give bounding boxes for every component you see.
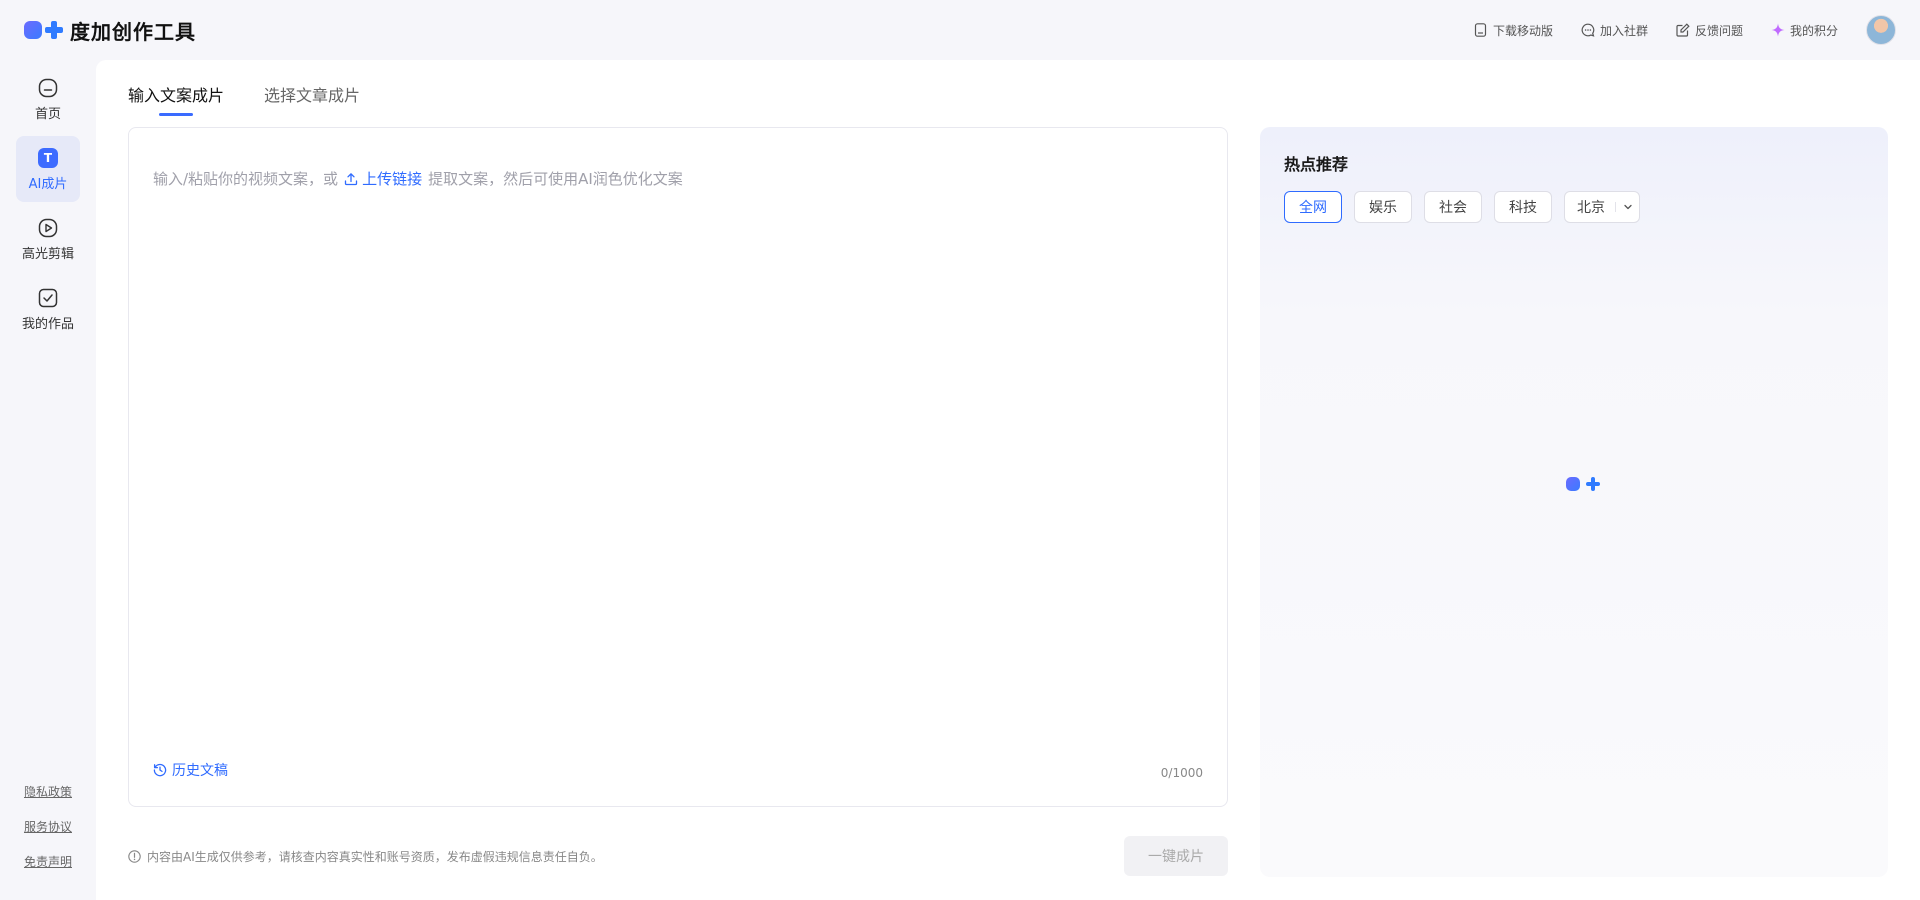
home-icon <box>37 77 59 99</box>
upload-icon <box>344 172 358 185</box>
editor-placeholder: 输入/粘贴你的视频文案，或 上传链接 提取文案，然后可使用AI润色优化文案 <box>153 168 683 189</box>
generate-video-button[interactable]: 一键成片 <box>1124 836 1228 876</box>
feedback-button[interactable]: 反馈问题 <box>1676 22 1743 39</box>
brand-mark-icon <box>24 20 64 40</box>
sidebar-nav: 首页 T AI成片 高光剪辑 我的作品 <box>16 66 80 342</box>
chevron-down-icon <box>1615 202 1639 212</box>
sparkle-icon <box>1771 23 1785 37</box>
tab-input-script[interactable]: 输入文案成片 <box>128 82 224 116</box>
chip-technology[interactable]: 科技 <box>1494 191 1552 223</box>
history-icon <box>153 763 167 777</box>
sidebar-item-highlight-edit[interactable]: 高光剪辑 <box>16 206 80 272</box>
join-community-label: 加入社群 <box>1599 23 1648 38</box>
history-drafts-label: 历史文稿 <box>172 763 228 779</box>
sidebar-footer: 隐私政策 服务协议 免责声明 <box>24 783 72 870</box>
download-mobile-button[interactable]: 下载移动版 <box>1474 22 1553 39</box>
ai-disclaimer: 内容由AI生成仅供参考，请核查内容真实性和账号资质，发布虚假违规信息责任自负。 <box>128 848 603 865</box>
service-agreement-link[interactable]: 服务协议 <box>24 818 72 835</box>
sidebar: 首页 T AI成片 高光剪辑 我的作品 隐私政策 服务协议 免责声明 <box>0 60 96 900</box>
join-community-button[interactable]: 加入社群 <box>1581 22 1648 39</box>
placeholder-prefix: 输入/粘贴你的视频文案，或 <box>153 170 339 188</box>
chat-icon <box>1581 23 1595 37</box>
play-icon <box>37 217 59 239</box>
mobile-icon <box>1474 23 1488 37</box>
history-drafts-button[interactable]: 历史文稿 <box>153 760 228 780</box>
sidebar-item-my-works[interactable]: 我的作品 <box>16 276 80 342</box>
script-editor[interactable]: 输入/粘贴你的视频文案，或 上传链接 提取文案，然后可使用AI润色优化文案 历史… <box>128 127 1228 807</box>
hot-topics-title: 热点推荐 <box>1284 155 1349 174</box>
header-actions: 下载移动版 加入社群 反馈问题 我的积分 <box>1474 15 1896 45</box>
hot-topics-panel: 热点推荐 全网 娱乐 社会 科技 北京 <box>1260 127 1888 877</box>
sidebar-item-ai-video[interactable]: T AI成片 <box>16 136 80 202</box>
check-square-icon <box>37 287 59 309</box>
region-select[interactable]: 北京 <box>1564 191 1640 223</box>
disclaimer-link[interactable]: 免责声明 <box>24 853 72 870</box>
chip-all-web[interactable]: 全网 <box>1284 191 1342 223</box>
main-content: 输入文案成片 选择文章成片 输入/粘贴你的视频文案，或 上传链接 提取文案，然后… <box>96 60 1920 900</box>
sidebar-item-label: AI成片 <box>28 176 68 192</box>
placeholder-suffix: 提取文案，然后可使用AI润色优化文案 <box>428 170 683 188</box>
upload-link-button[interactable]: 上传链接 <box>344 168 422 189</box>
privacy-policy-link[interactable]: 隐私政策 <box>24 783 72 800</box>
sidebar-item-label: 首页 <box>34 106 61 122</box>
hot-topic-filters: 全网 娱乐 社会 科技 北京 <box>1284 191 1640 223</box>
download-mobile-label: 下载移动版 <box>1492 23 1553 38</box>
disclaimer-text: 内容由AI生成仅供参考，请核查内容真实性和账号资质，发布虚假违规信息责任自负。 <box>147 850 603 864</box>
avatar[interactable] <box>1866 15 1896 45</box>
region-select-label: 北京 <box>1577 200 1605 216</box>
my-points-button[interactable]: 我的积分 <box>1771 22 1838 39</box>
feedback-label: 反馈问题 <box>1694 23 1743 38</box>
sidebar-item-label: 我的作品 <box>21 316 74 332</box>
char-count: 0/1000 <box>1160 766 1203 780</box>
chip-entertainment[interactable]: 娱乐 <box>1354 191 1412 223</box>
upload-link-label: 上传链接 <box>362 170 423 188</box>
brand-logo[interactable]: 度加创作工具 <box>24 16 196 45</box>
feedback-icon <box>1676 23 1690 37</box>
app-name: 度加创作工具 <box>70 19 196 44</box>
chip-society[interactable]: 社会 <box>1424 191 1482 223</box>
sidebar-item-label: 高光剪辑 <box>21 246 74 262</box>
content-tabs: 输入文案成片 选择文章成片 <box>128 82 360 116</box>
top-bar: 度加创作工具 下载移动版 加入社群 反馈问题 我的积分 <box>0 0 1920 60</box>
text-icon: T <box>37 147 59 169</box>
info-icon <box>128 850 141 863</box>
tab-select-article[interactable]: 选择文章成片 <box>264 82 360 116</box>
loading-icon <box>1566 477 1600 491</box>
my-points-label: 我的积分 <box>1789 23 1838 38</box>
sidebar-item-home[interactable]: 首页 <box>16 66 80 132</box>
